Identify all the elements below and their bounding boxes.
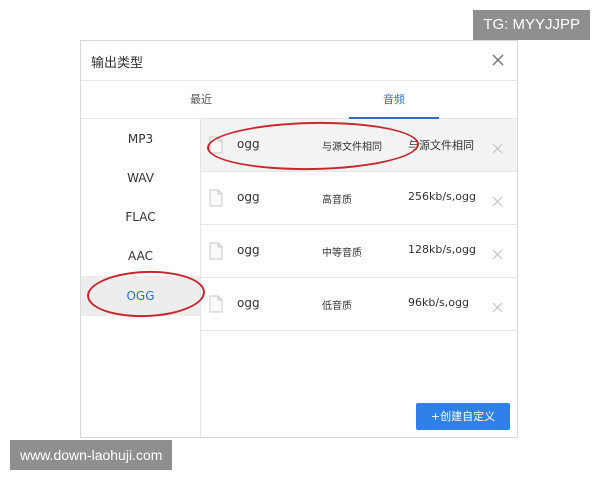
- format-item-flac[interactable]: FLAC: [81, 197, 200, 237]
- tab-recent[interactable]: 最近: [161, 81, 241, 118]
- preset-spec: 96kb/s,ogg: [408, 296, 469, 309]
- preset-quality: 高音质: [322, 195, 352, 206]
- file-icon: [209, 136, 223, 154]
- file-icon: [209, 295, 223, 313]
- page: 输出类型 最近 音频 MP3 WAV FLAC AAC OGG ogg 与源文件…: [0, 0, 600, 480]
- close-icon[interactable]: [489, 51, 507, 69]
- remove-icon[interactable]: [492, 192, 503, 207]
- format-item-aac[interactable]: AAC: [81, 236, 200, 276]
- tab-bar: 最近 音频: [81, 81, 517, 119]
- remove-icon[interactable]: [492, 245, 503, 260]
- dialog-header: 输出类型: [81, 41, 517, 81]
- preset-name: ogg: [237, 190, 260, 204]
- preset-row-medium-quality[interactable]: ogg 中等音质 128kb/s,ogg: [201, 225, 517, 278]
- format-item-mp3[interactable]: MP3: [81, 119, 200, 159]
- preset-row-same-as-source[interactable]: ogg 与源文件相同 与源文件相同: [201, 119, 517, 172]
- preset-spec: 128kb/s,ogg: [408, 243, 476, 256]
- file-icon: [209, 242, 223, 260]
- preset-spec: 与源文件相同: [408, 139, 474, 152]
- tab-audio[interactable]: 音频: [349, 81, 439, 119]
- preset-name: ogg: [237, 243, 260, 257]
- remove-icon[interactable]: [492, 298, 503, 313]
- format-item-wav[interactable]: WAV: [81, 158, 200, 198]
- watermark-top: TG: MYYJJPP: [473, 10, 590, 40]
- file-icon: [209, 189, 223, 207]
- preset-quality: 与源文件相同: [322, 142, 382, 153]
- preset-name: ogg: [237, 296, 260, 310]
- dialog-title: 输出类型: [91, 56, 144, 71]
- format-item-ogg[interactable]: OGG: [81, 276, 200, 316]
- output-type-dialog: 输出类型 最近 音频 MP3 WAV FLAC AAC OGG ogg 与源文件…: [80, 40, 518, 438]
- create-custom-button[interactable]: +创建自定义: [416, 403, 510, 430]
- format-sidebar: MP3 WAV FLAC AAC OGG: [81, 119, 201, 437]
- preset-spec: 256kb/s,ogg: [408, 190, 476, 203]
- preset-row-low-quality[interactable]: ogg 低音质 96kb/s,ogg: [201, 278, 517, 331]
- watermark-bottom: www.down-laohuji.com: [10, 440, 173, 470]
- remove-icon[interactable]: [492, 139, 503, 154]
- preset-quality: 中等音质: [322, 248, 362, 259]
- preset-list: ogg 与源文件相同 与源文件相同 ogg 高音质 256kb/s,ogg og…: [201, 119, 517, 437]
- preset-quality: 低音质: [322, 301, 352, 312]
- preset-name: ogg: [237, 137, 260, 151]
- preset-row-high-quality[interactable]: ogg 高音质 256kb/s,ogg: [201, 172, 517, 225]
